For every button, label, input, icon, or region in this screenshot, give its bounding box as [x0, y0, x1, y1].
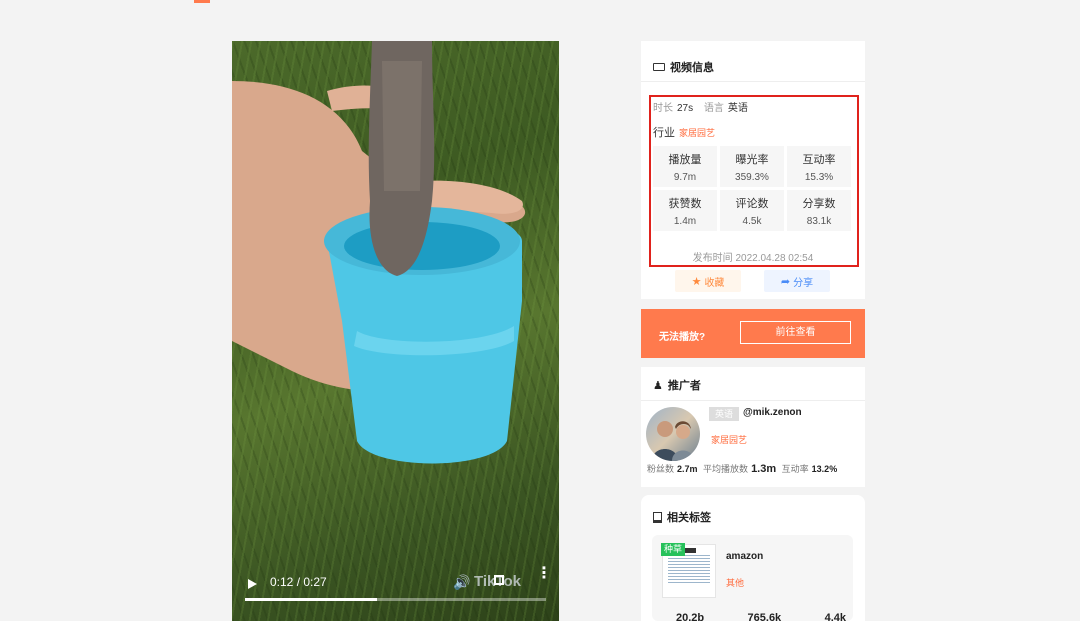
related-tags-card: 相关标签 种草 amazon 其他 20.2b 765.6k 4.4k — [641, 495, 865, 621]
tag-name: amazon — [726, 551, 764, 562]
cannot-play-banner: 无法播放? 前往查看 — [641, 309, 865, 358]
stat-label: 播放量 — [668, 154, 702, 166]
video-info-title: 视频信息 — [670, 62, 714, 74]
stat-label: 曝光率 — [735, 154, 769, 166]
stat-label: 获赞数 — [668, 198, 702, 210]
more-options-icon[interactable]: ⋮ — [536, 566, 552, 582]
total-duration: 0:27 — [303, 575, 327, 589]
engagement-value: 13.2% — [811, 464, 838, 474]
fullscreen-icon[interactable] — [494, 575, 504, 585]
stat-label: 互动率 — [802, 154, 836, 166]
video-time: 0:12 / 0:27 — [270, 575, 327, 589]
stat-value: 15.3% — [804, 172, 834, 183]
video-player[interactable]: 0:12 / 0:27 🔊 TikTok ⋮ — [232, 41, 559, 621]
duration-language-row: 时长 27s 语言 英语 — [653, 99, 756, 114]
favorite-label: 收藏 — [704, 277, 725, 289]
play-icon[interactable] — [248, 579, 257, 589]
seed-badge: 种草 — [661, 543, 686, 556]
user-icon: ♟ — [653, 379, 663, 392]
promoter-stats: 粉丝数 2.7m 平均播放数 1.3m 互动率 13.2% — [647, 462, 840, 475]
bookmark-icon — [653, 511, 662, 523]
stats-grid: 播放量 9.7m 曝光率 359.3% 互动率 15.3% 获赞数 1.4m 评论数 4.… — [653, 146, 853, 231]
stat-value: 83.1k — [806, 216, 832, 227]
language-label: 语言 — [703, 103, 724, 114]
publish-label: 发布时间 — [692, 253, 733, 264]
tag-category: 其他 — [726, 578, 745, 588]
share-icon: ➦ — [780, 275, 791, 288]
divider — [641, 400, 865, 401]
video-info-header: 视频信息 — [653, 59, 714, 75]
tag-item[interactable]: 种草 amazon 其他 20.2b 765.6k 4.4k — [652, 535, 853, 621]
stat-exposure: 曝光率 359.3% — [720, 146, 784, 187]
promoter-handle[interactable]: @mik.zenon — [743, 407, 802, 418]
avg-views-label: 平均播放数 — [703, 464, 749, 474]
favorite-button[interactable]: ★ 收藏 — [675, 270, 741, 292]
thumbnail-lines — [668, 555, 710, 585]
time-separator: / — [293, 575, 304, 589]
avatar-photo — [652, 421, 694, 461]
tag-number: 4.4k — [824, 612, 846, 621]
language-badge: 英语 — [709, 407, 739, 421]
industry-row: 行业 家居园艺 — [653, 124, 715, 140]
stat-label: 分享数 — [802, 198, 836, 210]
top-accent-bar — [194, 0, 210, 3]
star-icon: ★ — [691, 275, 702, 288]
video-progress-fill — [245, 598, 378, 601]
duration-value: 27s — [677, 103, 694, 114]
video-controls: 0:12 / 0:27 🔊 TikTok ⋮ — [232, 563, 559, 621]
stat-shares: 分享数 83.1k — [787, 190, 851, 231]
related-tags-title: 相关标签 — [667, 512, 711, 524]
stat-likes: 获赞数 1.4m — [653, 190, 717, 231]
promoter-title: 推广者 — [667, 380, 701, 392]
stat-value: 9.7m — [673, 172, 697, 183]
industry-tag[interactable]: 家居园艺 — [679, 128, 715, 138]
share-label: 分享 — [793, 277, 814, 289]
video-info-card: 视频信息 时长 27s 语言 英语 行业 家居园艺 播放量 9.7m 曝光率 359.3%… — [641, 41, 865, 299]
followers-value: 2.7m — [677, 464, 698, 474]
volume-icon[interactable]: 🔊 — [453, 574, 470, 591]
stat-views: 播放量 9.7m — [653, 146, 717, 187]
followers-label: 粉丝数 — [647, 464, 675, 474]
avg-views-value: 1.3m — [751, 463, 777, 475]
stat-label: 评论数 — [735, 198, 769, 210]
go-view-button[interactable]: 前往查看 — [740, 321, 851, 344]
duration-label: 时长 — [653, 103, 673, 114]
share-button[interactable]: ➦ 分享 — [764, 270, 830, 292]
stat-value: 4.5k — [742, 216, 762, 227]
stat-value: 1.4m — [673, 216, 697, 227]
avatar[interactable] — [646, 407, 700, 461]
promoter-category: 家居园艺 — [711, 435, 748, 445]
stat-engagement: 互动率 15.3% — [787, 146, 851, 187]
language-value: 英语 — [727, 103, 748, 114]
video-icon — [653, 63, 665, 71]
promoter-header: ♟ 推广者 — [653, 377, 701, 393]
related-tags-header: 相关标签 — [653, 509, 711, 525]
video-scene — [232, 41, 526, 464]
publish-value: 2022.04.28 02:54 — [735, 253, 814, 264]
cannot-play-text: 无法播放? — [659, 332, 706, 343]
video-progress-bar[interactable] — [245, 598, 546, 601]
current-time: 0:12 — [270, 575, 294, 589]
stat-value: 359.3% — [735, 172, 769, 183]
divider — [641, 81, 865, 82]
tag-number: 765.6k — [747, 612, 782, 621]
tag-numbers: 20.2b 765.6k 4.4k — [676, 612, 846, 621]
publish-time: 发布时间 2022.04.28 02:54 — [641, 249, 865, 264]
industry-label: 行业 — [653, 127, 675, 139]
promoter-card: ♟ 推广者 英语 @mik.zenon 家居园艺 粉丝数 2.7m 平均播放数 1.… — [641, 367, 865, 487]
tag-number: 20.2b — [676, 612, 705, 621]
stat-comments: 评论数 4.5k — [720, 190, 784, 231]
engagement-label: 互动率 — [781, 464, 809, 474]
